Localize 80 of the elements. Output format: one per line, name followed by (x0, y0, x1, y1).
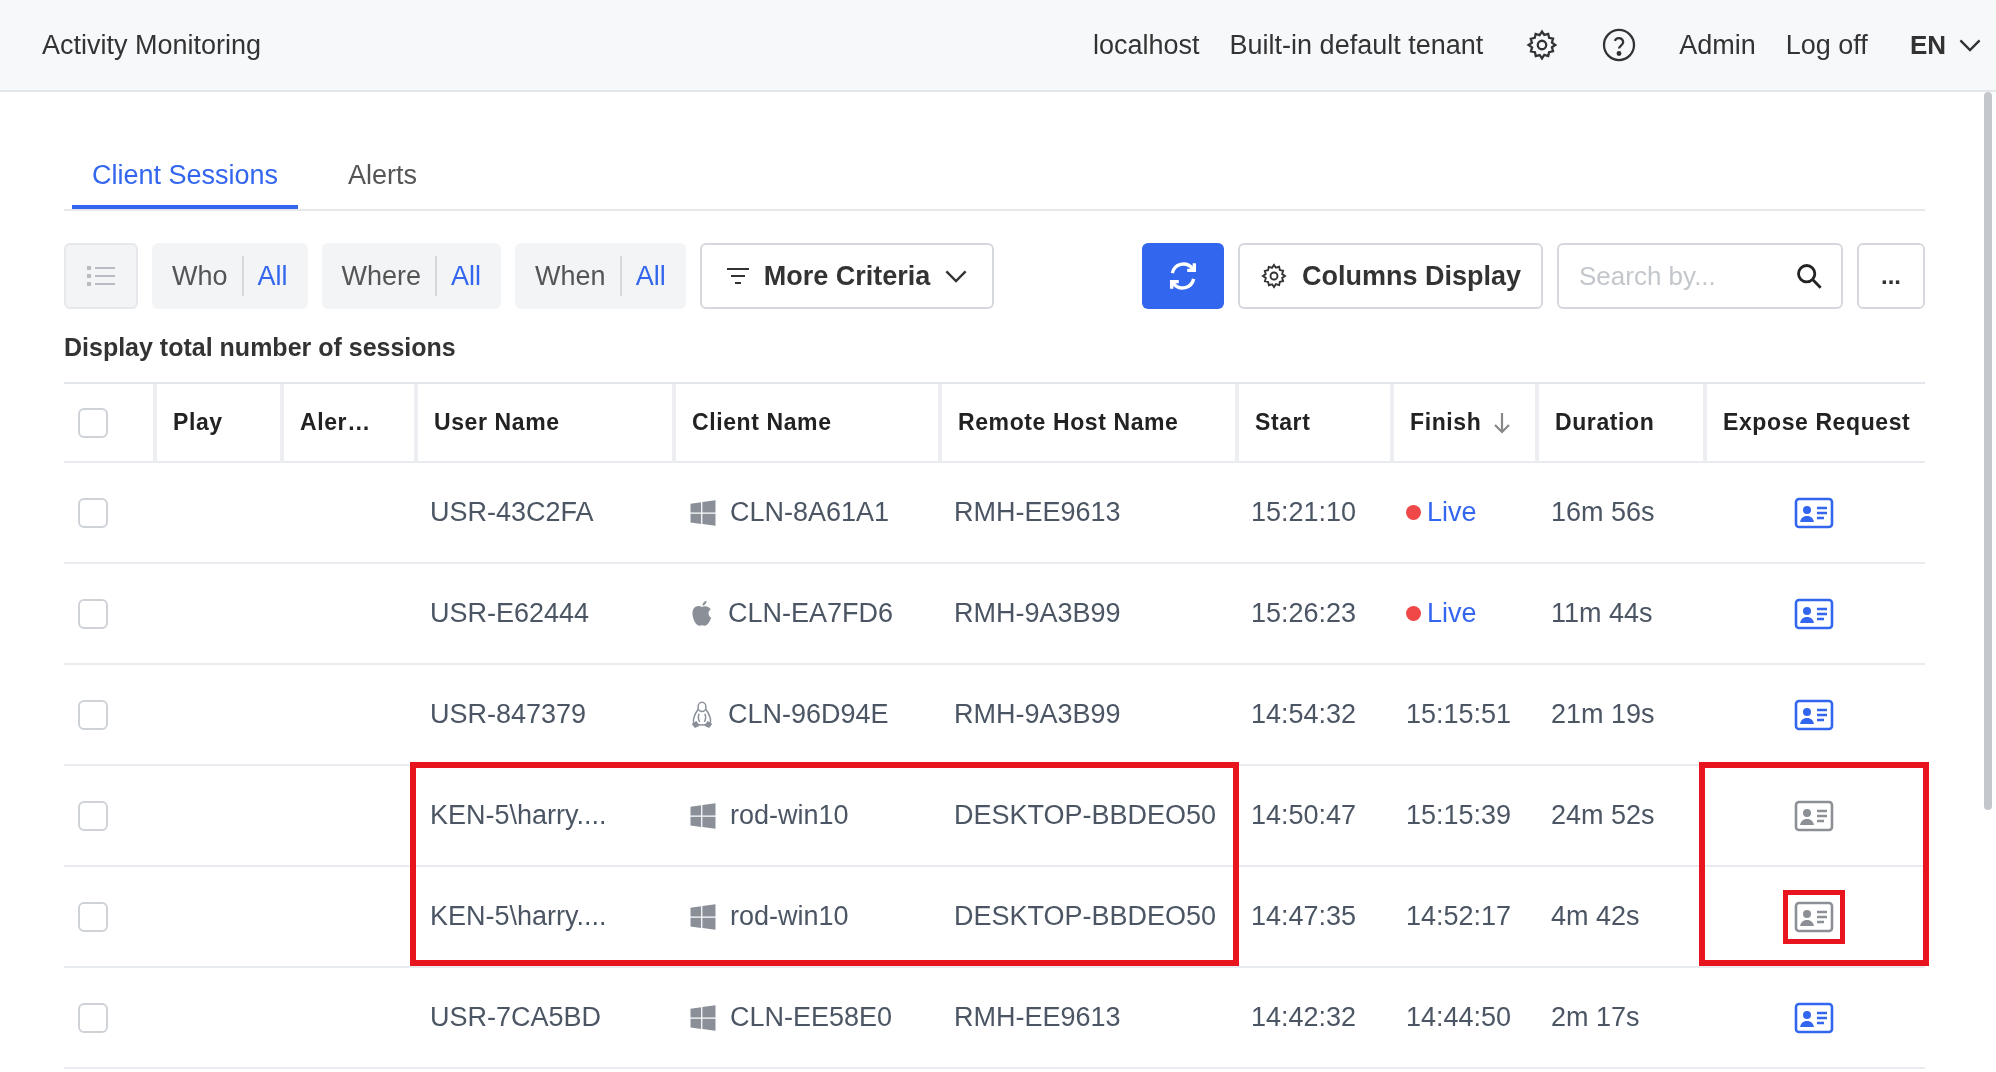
search-bar[interactable]: Search by... (1557, 243, 1843, 309)
table-cell: DESKTOP-BBDEO50 (938, 766, 1235, 867)
table-cell: RMH-EE9613 (938, 968, 1235, 1069)
language-selector[interactable]: EN (1909, 29, 1982, 61)
table-cell: USR-7CA5BD (414, 968, 672, 1069)
chevron-down-icon (1958, 37, 1982, 53)
table-cell: 14:42:32 (1235, 968, 1390, 1069)
sort-down-icon[interactable] (1493, 410, 1512, 435)
live-status: Live (1427, 497, 1477, 528)
table-cell: 15:21:10 (1235, 463, 1390, 564)
search-field[interactable]: Search by... (1579, 256, 1795, 296)
table-cell: 4m 42s (1535, 867, 1703, 968)
user-name[interactable]: Admin (1679, 29, 1756, 61)
summary-text: Display total number of sessions (64, 333, 457, 362)
table-cell: 14:54:32 (1235, 665, 1390, 766)
tenant-name[interactable]: Built-in default tenant (1229, 29, 1484, 61)
more-criteria-dropdown[interactable]: More Criteria (699, 243, 995, 309)
filter-chip[interactable]: Where All (321, 243, 502, 309)
table-cell: 2m 17s (1535, 968, 1703, 1069)
table-cell: USR-43C2FA (414, 463, 672, 564)
row-checkbox[interactable] (78, 598, 108, 629)
table-cell: 16m 56s (1535, 463, 1703, 564)
table-cell: 14:52:17 (1390, 867, 1535, 968)
host-name: localhost (1093, 29, 1200, 61)
row-checkbox[interactable] (78, 497, 108, 528)
column-header[interactable]: Expose Request (1703, 384, 1925, 463)
client-name: CLN-EE58E0 (730, 1002, 893, 1033)
client-name: CLN-EA7FD6 (728, 598, 894, 629)
table-cell: 21m 19s (1535, 665, 1703, 766)
table-cell: 14:44:50 (1390, 968, 1535, 1069)
tab[interactable]: Alerts (328, 148, 438, 209)
table-cell: DESKTOP-BBDEO50 (938, 867, 1235, 968)
table-cell: 24m 52s (1535, 766, 1703, 867)
columns-display-button[interactable]: Columns Display (1237, 243, 1543, 309)
table-cell: KEN-5\harry.... (414, 766, 672, 867)
table-cell: 11m 44s (1535, 564, 1703, 665)
column-header[interactable]: Remote Host Name (938, 384, 1235, 463)
client-name: rod-win10 (730, 901, 849, 932)
table-cell: RMH-9A3B99 (938, 564, 1235, 665)
gear-icon[interactable] (1259, 262, 1288, 290)
table-cell: RMH-9A3B99 (938, 665, 1235, 766)
column-header[interactable]: Client Name (672, 384, 938, 463)
table-cell: USR-847379 (414, 665, 672, 766)
more-button[interactable]: ... (1857, 243, 1925, 309)
live-status: Live (1427, 598, 1477, 629)
scrollbar[interactable] (1984, 92, 1992, 810)
row-checkbox[interactable] (78, 800, 108, 831)
row-checkbox[interactable] (78, 901, 108, 932)
column-header[interactable]: Aler… (280, 384, 414, 463)
row-checkbox[interactable] (78, 1002, 108, 1033)
app-title: Activity Monitoring (42, 29, 262, 61)
table-cell: 15:15:39 (1390, 766, 1535, 867)
chevron-down-icon (944, 268, 969, 284)
column-header[interactable]: Duration (1535, 384, 1703, 463)
help-icon[interactable] (1601, 27, 1638, 63)
client-name: CLN-96D94E (728, 699, 889, 730)
refresh-button[interactable] (1141, 243, 1224, 309)
table-cell: RMH-EE9613 (938, 463, 1235, 564)
filter-chip[interactable]: When All (515, 243, 686, 309)
settings-icon[interactable] (1525, 28, 1560, 62)
table-cell: 15:26:23 (1235, 564, 1390, 665)
filter-icon (725, 266, 750, 286)
column-header[interactable]: Play (153, 384, 280, 463)
column-header[interactable]: User Name (414, 384, 672, 463)
list-icon (87, 265, 115, 287)
client-name: CLN-8A61A1 (730, 497, 890, 528)
table-cell: 15:15:51 (1390, 665, 1535, 766)
select-all-checkbox[interactable] (78, 407, 108, 438)
column-header[interactable]: Start (1235, 384, 1390, 463)
column-header[interactable]: Finish (1390, 384, 1535, 463)
table-cell: 14:47:35 (1235, 867, 1390, 968)
table-cell: USR-E62444 (414, 564, 672, 665)
row-checkbox[interactable] (78, 699, 108, 730)
table-cell: KEN-5\harry.... (414, 867, 672, 968)
filter-chip[interactable]: Who All (152, 243, 308, 309)
table-cell: 14:50:47 (1235, 766, 1390, 867)
tab[interactable]: Client Sessions (72, 148, 299, 209)
client-name: rod-win10 (730, 800, 849, 831)
log-off-link[interactable]: Log off (1785, 29, 1868, 61)
search-icon (1795, 262, 1823, 290)
